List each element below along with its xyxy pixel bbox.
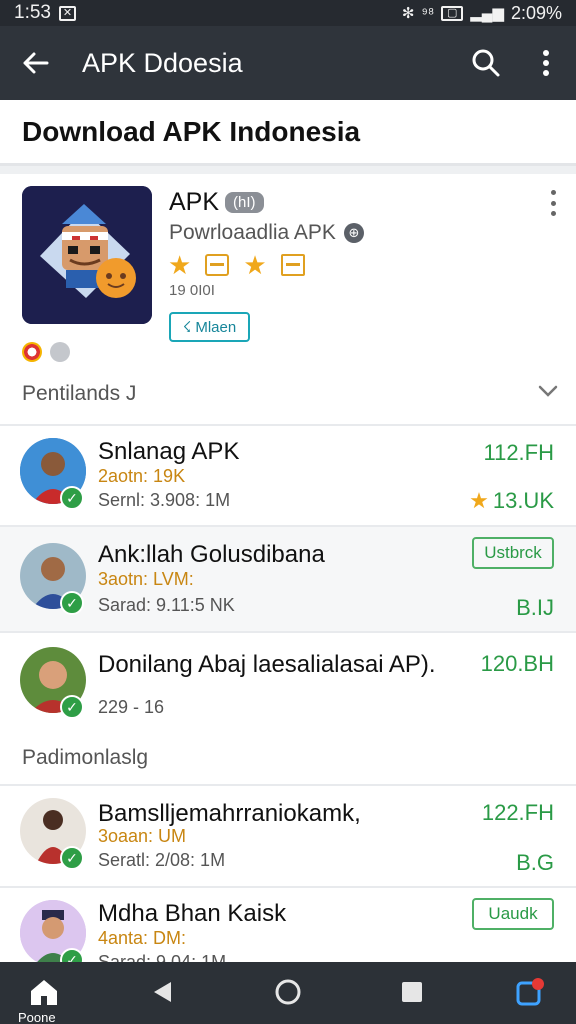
list-item[interactable]: ✓ Bamslljemahrraniokamk, 3oaan: UM Serat…: [0, 786, 576, 886]
item-meta: 229 - 16: [98, 697, 165, 717]
featured-app-card[interactable]: APK (hI) Powrloaadlia APK ⊕ ★ ★ 19 0I0I …: [0, 174, 576, 426]
back-nav-button[interactable]: [140, 970, 184, 1014]
list-item[interactable]: ✓ Donilang Abaj laesalialasai AP). 229 -…: [0, 633, 576, 733]
dot: [550, 200, 556, 206]
item-rating: ★ 13.UK: [469, 488, 554, 514]
item-meta: Sarad: 9.04: 1M: [98, 952, 227, 962]
network-icon: ⁹⁸: [421, 4, 435, 22]
chevron-down-icon[interactable]: [538, 381, 558, 401]
star-icon: ★: [469, 488, 489, 513]
app-bar-title: APK Ddoesia: [82, 47, 243, 78]
gear-icon: [50, 342, 70, 362]
status-bar: 1:53 ✕ ✻ ⁹⁸ ▢ ▂▄▆ 2:09%: [0, 0, 576, 26]
navigation-bar: Poone: [0, 962, 576, 1024]
item-meta: Sarad: 9.11:5 NK: [98, 595, 235, 615]
update-button[interactable]: Uaudk: [472, 898, 554, 930]
star-icon: ★: [243, 250, 267, 280]
app-logo-icon: [22, 186, 152, 324]
item-title: Ank:llah Golusdibana: [98, 541, 325, 568]
card-icon: [205, 254, 230, 276]
signal-icon: ▂▄▆: [470, 5, 504, 22]
recents-nav-button[interactable]: [390, 970, 434, 1014]
section-label: Pentilands J: [22, 382, 137, 405]
page-title: Download APK Indonesia: [22, 115, 361, 147]
app-developer[interactable]: Powrloaadlia APK: [169, 221, 336, 245]
flag-icon: [22, 342, 42, 362]
item-meta: Seratl: 2/08: 1M: [98, 850, 226, 870]
back-triangle-icon: [154, 982, 171, 1002]
install-button-label: Mlaen: [195, 318, 237, 336]
search-icon: [472, 49, 500, 77]
list-item[interactable]: ✓ Snlanag APK 2aotn: 19K Sernl: 3.908: 1…: [0, 426, 576, 525]
home-circle-nav-button[interactable]: [266, 970, 310, 1014]
home-label: Poone: [18, 1010, 56, 1024]
item-size: 120.BH: [480, 651, 554, 676]
install-button[interactable]: ☇ Mlaen: [169, 312, 250, 342]
item-rating-value: 13.UK: [492, 488, 554, 513]
page-header: Download APK Indonesia: [0, 100, 576, 166]
section-label: Padimonlaslg: [22, 746, 149, 769]
update-button[interactable]: Ustbrck: [472, 537, 554, 569]
section-gap: [0, 166, 576, 174]
home-icon: [31, 980, 57, 1005]
back-arrow-icon: [23, 52, 49, 74]
overflow-menu-button[interactable]: [516, 26, 576, 100]
item-size: 122.FH: [481, 800, 554, 825]
list-item[interactable]: ✓ Mdha Bhan Kaisk 4anta: DM: Sarad: 9.04…: [0, 888, 576, 962]
card-more-button[interactable]: [548, 190, 558, 216]
notification-icon: ✕: [58, 5, 76, 21]
verified-check-icon: ✓: [60, 846, 84, 870]
app-badge: (hI): [225, 192, 264, 213]
star-icon: ★: [168, 250, 192, 280]
app-name: APK: [169, 188, 220, 216]
item-meta: Sernl: 3.908: 1M: [98, 490, 231, 510]
item-title: Mdha Bhan Kaisk: [98, 900, 287, 927]
item-subtitle: 3oaan: UM: [98, 826, 187, 846]
home-circle-icon: [275, 979, 301, 1005]
dot: [550, 190, 556, 195]
item-subtitle: 3aotn: LVM:: [98, 569, 194, 589]
verified-check-icon: ✓: [60, 591, 84, 615]
dot: [550, 211, 556, 216]
install-arrow-icon: ☇: [182, 319, 192, 336]
item-subtitle: 2aotn: 19K: [98, 466, 186, 486]
status-battery-text: 2:09%: [510, 2, 562, 23]
notifications-nav-button[interactable]: [508, 970, 552, 1014]
item-title: Donilang Abaj laesalialasai AP).: [98, 651, 436, 678]
battery-box-icon: ▢: [441, 5, 464, 21]
item-title: Snlanag APK: [98, 438, 240, 465]
verified-check-icon: ✓: [60, 486, 84, 510]
item-rating-value: B.G: [516, 850, 554, 875]
app-icon[interactable]: [22, 186, 152, 324]
download-badge-icon: [280, 254, 305, 276]
item-size: B.IJ: [516, 595, 554, 620]
verified-check-icon: ✓: [60, 695, 84, 719]
status-time: 1:53: [14, 2, 51, 23]
notification-app-icon: [516, 978, 544, 1006]
rating-row: ★ ★: [168, 252, 305, 278]
item-title: Bamslljemahrraniokamk,: [98, 800, 361, 827]
more-vert-icon: [543, 50, 549, 76]
globe-icon: ⊕: [343, 223, 364, 243]
item-subtitle: 4anta: DM:: [98, 928, 187, 948]
list-item[interactable]: ✓ Ank:llah Golusdibana 3aotn: LVM: Sarad…: [0, 527, 576, 631]
download-count: 19 0I0I: [169, 282, 215, 299]
item-size: 112.FH: [483, 440, 554, 465]
back-button[interactable]: [0, 26, 70, 100]
recents-square-icon: [402, 982, 422, 1002]
home-nav-button[interactable]: [22, 970, 66, 1014]
search-button[interactable]: [456, 26, 516, 100]
mute-icon: ✻: [401, 5, 415, 22]
app-bar: APK Ddoesia: [0, 26, 576, 100]
